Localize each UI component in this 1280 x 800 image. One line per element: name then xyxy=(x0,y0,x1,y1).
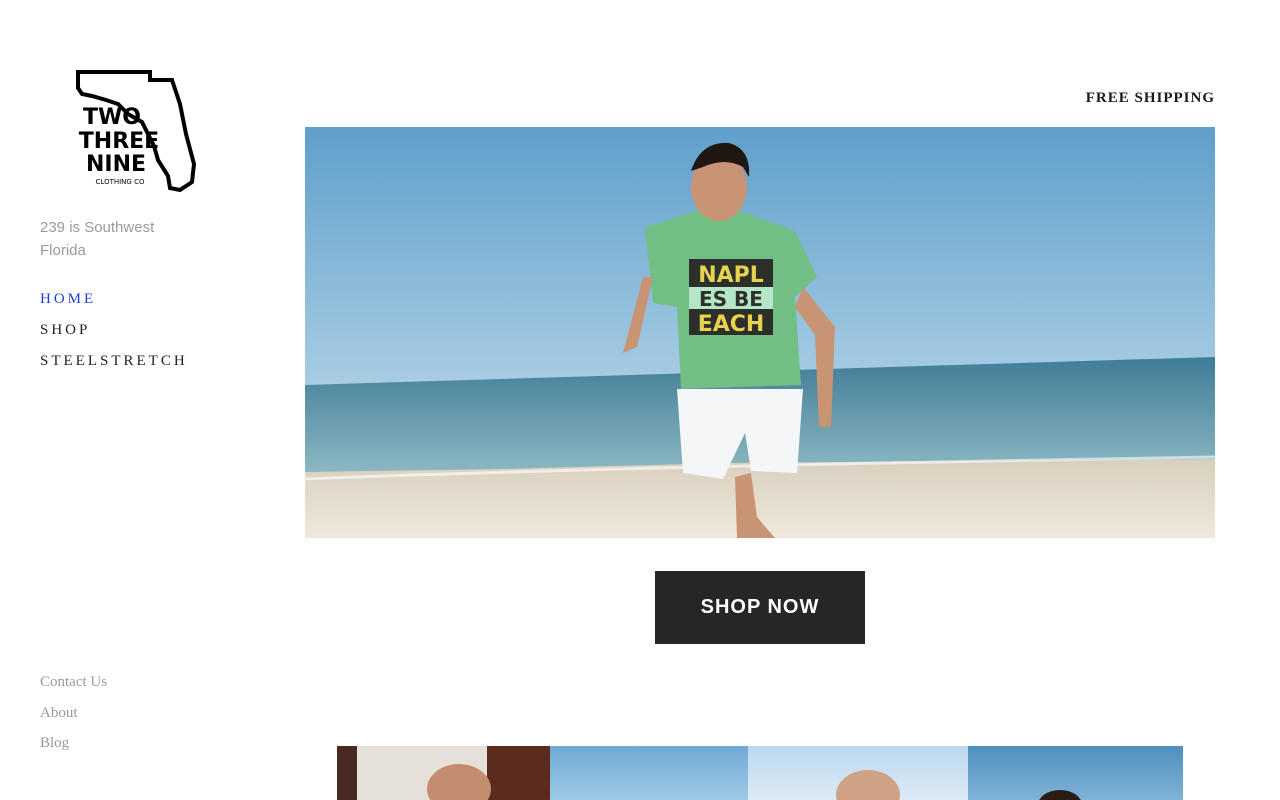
logo-word-three: THREE xyxy=(79,129,159,154)
gallery-image[interactable] xyxy=(748,746,968,800)
footer-link-about[interactable]: About xyxy=(40,705,78,721)
main-navigation: HOME SHOP STEELSTRETCH xyxy=(40,290,188,383)
shirt-text-line-2: ES BE xyxy=(699,287,763,311)
footer-item-about: About xyxy=(40,704,107,735)
logo-word-two: TWO xyxy=(83,105,141,130)
announcement-bar: FREE SHIPPING xyxy=(1085,90,1215,106)
nav-item-steelstretch: STEELSTRETCH xyxy=(40,352,188,383)
brand-logo-image: TWO THREE NINE CLOTHING CO xyxy=(62,64,202,198)
nav-link-steelstretch[interactable]: STEELSTRETCH xyxy=(40,353,188,369)
shop-now-button[interactable]: SHOP NOW xyxy=(655,571,865,644)
sidebar: TWO THREE NINE CLOTHING CO 239 is Southw… xyxy=(0,0,260,800)
footer-item-contact: Contact Us xyxy=(40,673,107,704)
gallery-image[interactable] xyxy=(550,746,748,800)
logo-word-nine: NINE xyxy=(86,152,146,177)
shirt-text-line-1: NAPL xyxy=(698,263,764,288)
footer-item-blog: Blog xyxy=(40,734,107,765)
footer-link-blog[interactable]: Blog xyxy=(40,735,69,751)
nav-item-home: HOME xyxy=(40,290,188,321)
nav-link-home[interactable]: HOME xyxy=(40,291,96,307)
shirt-text-line-3: EACH xyxy=(698,312,765,337)
nav-link-shop[interactable]: SHOP xyxy=(40,322,90,338)
hero-banner-image: NAPL ES BE EACH xyxy=(305,127,1215,538)
gallery-image[interactable] xyxy=(337,746,550,800)
logo-subtitle: CLOTHING CO xyxy=(96,178,145,186)
brand-logo[interactable]: TWO THREE NINE CLOTHING CO xyxy=(62,64,202,198)
product-gallery xyxy=(337,746,1183,800)
nav-item-shop: SHOP xyxy=(40,321,188,352)
site-tagline: 239 is Southwest Florida xyxy=(40,219,155,259)
footer-navigation: Contact Us About Blog xyxy=(40,673,107,765)
footer-link-contact[interactable]: Contact Us xyxy=(40,674,107,690)
gallery-image[interactable] xyxy=(968,746,1183,800)
